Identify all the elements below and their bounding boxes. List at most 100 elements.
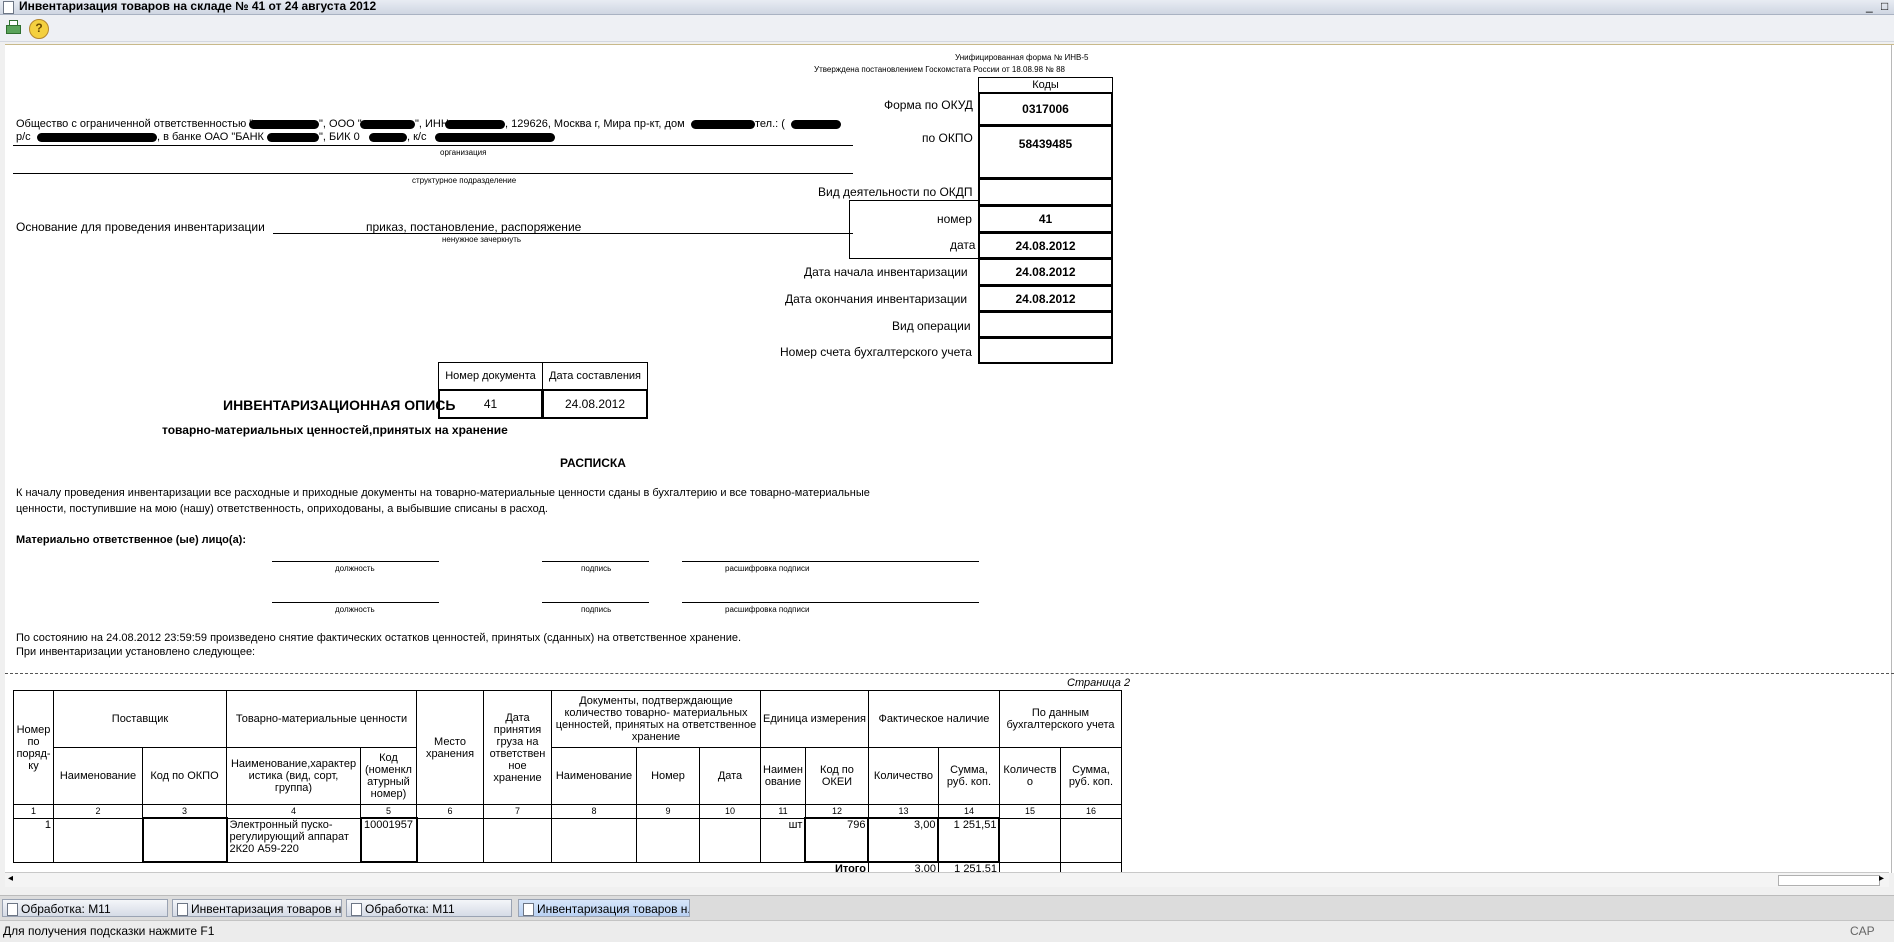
receipt-text-2: ценности, поступившие на мою (нашу) отве…: [16, 503, 548, 515]
h-fact-qty: Количество: [867, 747, 939, 805]
org-line-2d: , к/с: [407, 131, 427, 143]
page-break: [5, 673, 1894, 674]
col-num: 6: [416, 804, 484, 819]
row-tmc-code: 10001957: [359, 817, 418, 863]
okud-label: Форма по ОКУД: [884, 98, 973, 112]
redaction-mark: [791, 120, 841, 129]
org-line-2a: р/с: [16, 131, 31, 143]
data-value: 24.08.2012: [978, 232, 1113, 259]
task-inventory-2[interactable]: Инвентаризация товаров н...: [518, 899, 690, 917]
task-inventory-1[interactable]: Инвентаризация товаров н...: [172, 899, 342, 917]
row-doc-date: [699, 817, 761, 863]
redaction-mark: [445, 120, 505, 129]
caps-indicator: CAP: [1850, 924, 1875, 938]
org-line-1e: тел.: (: [755, 118, 785, 130]
h-date-accept: Дата принятия груза на ответствен ное хр…: [483, 690, 552, 805]
okpo-label: по ОКПО: [922, 131, 973, 145]
doc-date-header: Дата составления: [542, 362, 648, 390]
row-okei: 796: [804, 817, 870, 863]
org-line-1d: , 129626, Москва г, Мира пр-кт, дом: [505, 118, 685, 130]
sig-line: [542, 602, 649, 603]
col-num: 14: [937, 804, 1000, 819]
end-date-label: Дата окончания инвентаризации: [785, 292, 968, 306]
minimize-button[interactable]: _: [1866, 0, 1873, 13]
h-unit-okei: Код по ОКЕИ: [804, 747, 869, 805]
sig-signature-caption: подпись: [581, 564, 612, 573]
org-line-2c: ", БИК 0: [319, 131, 360, 143]
row-book-sum: [1059, 817, 1122, 863]
maximize-button[interactable]: □: [1881, 0, 1888, 13]
basis-value: приказ, постановление, распоряжение: [366, 220, 582, 234]
okdp-label: Вид деятельности по ОКДП: [818, 185, 973, 199]
redaction-mark: [691, 120, 755, 129]
row-place: [416, 817, 484, 863]
h-tmc: Товарно-материальные ценности: [226, 690, 417, 748]
page-border: [1891, 45, 1892, 873]
h-fact: Фактическое наличие: [867, 690, 1000, 748]
row-doc-num: [636, 817, 700, 863]
h-book: По данным бухгалтерского учета: [998, 690, 1122, 748]
task-label: Обработка: М11: [21, 902, 111, 916]
sig-line: [682, 602, 979, 603]
receipt-text-1: К началу проведения инвентаризации все р…: [16, 487, 870, 499]
redaction-mark: [37, 133, 157, 142]
row-doc-name: [551, 817, 637, 863]
sig-decode-caption: расшифровка подписи: [725, 564, 810, 573]
found-text: При инвентаризации установлено следующее…: [16, 646, 256, 658]
org-underline: [13, 145, 853, 146]
h-unit: Единица измерения: [760, 690, 869, 748]
col-num: 16: [1059, 804, 1122, 819]
row-tmc-name: Электронный пуско-регулирующий аппарат 2…: [226, 817, 361, 863]
h-unit-name: Наимен ование: [760, 747, 806, 805]
operation-value: [978, 311, 1113, 338]
row-sum: 1 251,51: [937, 817, 1001, 863]
toolbar: ?: [0, 15, 1894, 42]
doc-title: ИНВЕНТАРИЗАЦИОННАЯ ОПИСЬ: [223, 397, 456, 413]
basis-underline: [273, 233, 853, 234]
col-num: 1: [13, 804, 54, 819]
h-docs: Документы, подтверждающие количество тов…: [551, 690, 761, 748]
col-num: 7: [483, 804, 552, 819]
print-icon[interactable]: [4, 19, 22, 37]
redaction-mark: [249, 120, 319, 129]
status-bar: Для получения подсказки нажмите F1 CAP: [0, 920, 1894, 942]
row-book-qty: [998, 817, 1061, 863]
form-unified-label: Унифицированная форма № ИНВ-5: [955, 53, 1089, 62]
codes-header: Коды: [978, 77, 1113, 93]
nomer-label: номер: [937, 212, 972, 226]
h-num: Номер по поряд-ку: [13, 690, 54, 805]
h-place: Место хранения: [416, 690, 484, 805]
help-icon[interactable]: ?: [29, 19, 49, 39]
h-sup-okpo: Код по ОКПО: [142, 747, 227, 805]
col-num: 3: [142, 804, 227, 819]
scroll-right-icon[interactable]: ▸: [1879, 873, 1884, 884]
scroll-left-icon[interactable]: ◂: [8, 873, 13, 884]
h-book-qty: Количеств о: [998, 747, 1061, 805]
col-num: 12: [804, 804, 869, 819]
window-title: Инвентаризация товаров на складе № 41 от…: [19, 0, 377, 13]
end-date-value: 24.08.2012: [978, 285, 1113, 312]
page-number: Страница 2: [1067, 677, 1131, 689]
redaction-mark: [369, 133, 407, 142]
col-num: 8: [551, 804, 637, 819]
task-processing-2[interactable]: Обработка: М11: [346, 899, 512, 917]
sig-line: [682, 561, 979, 562]
task-processing-1[interactable]: Обработка: М11: [2, 899, 168, 917]
h-fact-sum: Сумма, руб. коп.: [937, 747, 1000, 805]
h-supplier: Поставщик: [53, 690, 227, 748]
inventory-table: Номер по поряд-ку Поставщик Товарно-мате…: [13, 690, 1122, 873]
document-icon: [523, 903, 534, 916]
table-row: 1 Электронный пуско-регулирующий аппарат…: [13, 817, 1122, 863]
horizontal-scrollbar[interactable]: ◂ ▸: [5, 872, 1889, 887]
row-date: [483, 817, 552, 863]
doc-subtitle: товарно-материальных ценностей,принятых …: [162, 423, 508, 437]
form-approved-label: Утверждена постановлением Госкомстата Ро…: [814, 65, 1065, 74]
report-sheet: Унифицированная форма № ИНВ-5 Утверждена…: [5, 44, 1894, 873]
row-unit: шт: [760, 817, 806, 863]
sig-line: [272, 561, 439, 562]
scroll-thumb[interactable]: [1778, 875, 1880, 886]
okud-value: 0317006: [978, 92, 1113, 126]
okdp-value: [978, 178, 1113, 206]
row-num: 1: [13, 817, 54, 863]
sig-signature-caption: подпись: [581, 605, 612, 614]
